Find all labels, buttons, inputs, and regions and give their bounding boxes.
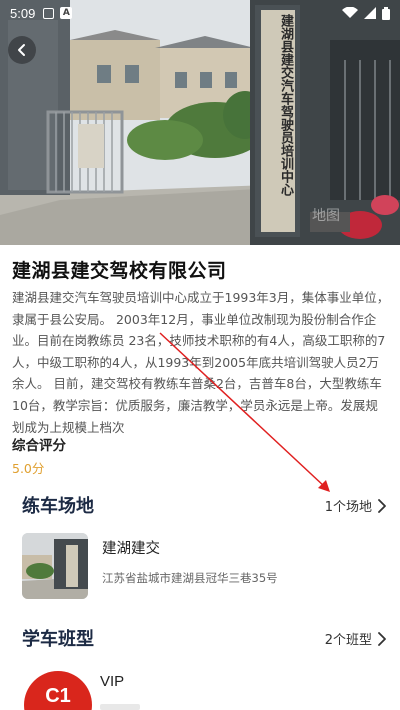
class-count-label: 2个班型 [324,633,372,648]
practice-venue-title: 练车场地 [22,496,94,517]
chevron-right-icon [378,631,386,646]
school-gate-photo [0,0,400,245]
hero-photo: 建湖县建交汽车驾驶员培训中心 地图 [0,0,400,245]
venue-count-link[interactable]: 1个场地 [325,496,388,515]
photo-watermark: 地图 [312,208,340,224]
status-time: 5:09 [10,5,36,21]
status-bar: 5:09 A [0,0,400,26]
image-icon [43,7,55,19]
venue-address: 江苏省盐城市建湖县冠华三巷35号 [102,571,278,585]
class-count-link[interactable]: 2个班型 [325,629,388,648]
signal-icon [364,7,376,19]
chevron-left-icon [18,44,25,56]
venue-name: 建湖建交 [102,541,160,557]
venue-card[interactable]: 建湖建交 江苏省盐城市建湖县冠华三巷35号 [22,533,382,601]
battery-icon [382,6,390,20]
school-description: 建湖县建交汽车驾驶员培训中心成立于1993年3月，集体事业单位，隶属于县公安局。… [12,290,390,435]
school-name: 建湖县建交驾校有限公司 [12,260,227,282]
back-button[interactable] [8,36,36,64]
venue-thumbnail [22,533,88,599]
gate-sign-text: 建湖县建交汽车驾驶员培训中心 [278,14,293,196]
venue-count-label: 1个场地 [324,500,372,515]
a-icon: A [60,7,73,19]
wifi-icon [342,7,358,18]
rating-label: 综合评分 [12,438,66,454]
rating-value: 5.0分 [12,461,45,476]
class-subtitle-placeholder [100,704,140,710]
class-name[interactable]: VIP [100,673,124,690]
class-type-title: 学车班型 [22,629,94,650]
chevron-right-icon [378,498,386,513]
license-class-badge[interactable]: C1 [24,671,92,710]
